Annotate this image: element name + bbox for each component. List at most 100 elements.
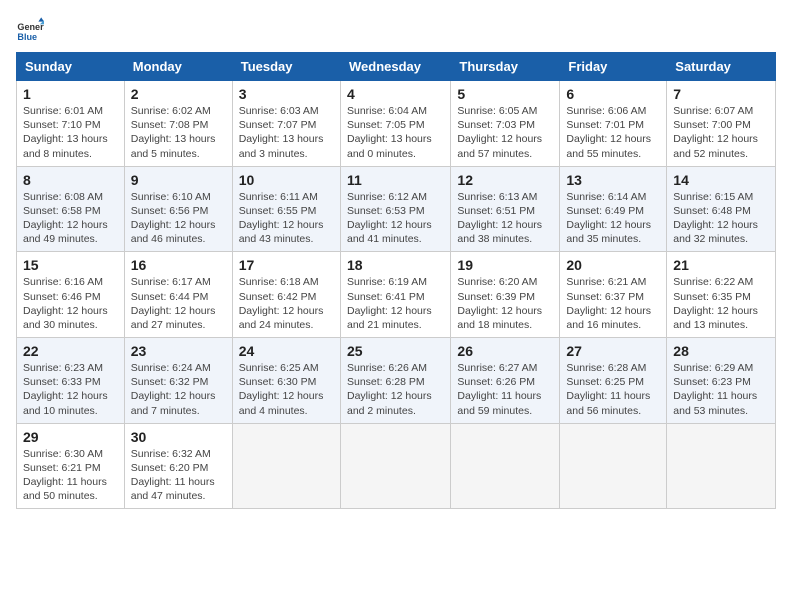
day-number: 12 xyxy=(457,172,553,188)
day-info: Sunrise: 6:08 AM Sunset: 6:58 PM Dayligh… xyxy=(23,190,118,247)
svg-text:Blue: Blue xyxy=(17,32,37,42)
table-row: 26 Sunrise: 6:27 AM Sunset: 6:26 PM Dayl… xyxy=(451,338,560,424)
table-row: 27 Sunrise: 6:28 AM Sunset: 6:25 PM Dayl… xyxy=(560,338,667,424)
day-info: Sunrise: 6:03 AM Sunset: 7:07 PM Dayligh… xyxy=(239,104,334,161)
day-number: 22 xyxy=(23,343,118,359)
day-info: Sunrise: 6:10 AM Sunset: 6:56 PM Dayligh… xyxy=(131,190,226,247)
day-info: Sunrise: 6:06 AM Sunset: 7:01 PM Dayligh… xyxy=(566,104,660,161)
day-info: Sunrise: 6:28 AM Sunset: 6:25 PM Dayligh… xyxy=(566,361,660,418)
day-info: Sunrise: 6:21 AM Sunset: 6:37 PM Dayligh… xyxy=(566,275,660,332)
day-number: 7 xyxy=(673,86,769,102)
table-row: 22 Sunrise: 6:23 AM Sunset: 6:33 PM Dayl… xyxy=(17,338,125,424)
day-number: 20 xyxy=(566,257,660,273)
day-info: Sunrise: 6:17 AM Sunset: 6:44 PM Dayligh… xyxy=(131,275,226,332)
table-row: 14 Sunrise: 6:15 AM Sunset: 6:48 PM Dayl… xyxy=(667,166,776,252)
table-row: 9 Sunrise: 6:10 AM Sunset: 6:56 PM Dayli… xyxy=(124,166,232,252)
table-row: 15 Sunrise: 6:16 AM Sunset: 6:46 PM Dayl… xyxy=(17,252,125,338)
day-number: 6 xyxy=(566,86,660,102)
day-number: 5 xyxy=(457,86,553,102)
day-info: Sunrise: 6:23 AM Sunset: 6:33 PM Dayligh… xyxy=(23,361,118,418)
table-row: 8 Sunrise: 6:08 AM Sunset: 6:58 PM Dayli… xyxy=(17,166,125,252)
day-info: Sunrise: 6:24 AM Sunset: 6:32 PM Dayligh… xyxy=(131,361,226,418)
logo: General Blue xyxy=(16,16,48,44)
day-number: 2 xyxy=(131,86,226,102)
table-row: 3 Sunrise: 6:03 AM Sunset: 7:07 PM Dayli… xyxy=(232,81,340,167)
day-number: 8 xyxy=(23,172,118,188)
day-number: 26 xyxy=(457,343,553,359)
table-row: 24 Sunrise: 6:25 AM Sunset: 6:30 PM Dayl… xyxy=(232,338,340,424)
logo-icon: General Blue xyxy=(16,16,44,44)
day-info: Sunrise: 6:16 AM Sunset: 6:46 PM Dayligh… xyxy=(23,275,118,332)
day-info: Sunrise: 6:22 AM Sunset: 6:35 PM Dayligh… xyxy=(673,275,769,332)
day-number: 14 xyxy=(673,172,769,188)
day-info: Sunrise: 6:02 AM Sunset: 7:08 PM Dayligh… xyxy=(131,104,226,161)
table-row: 20 Sunrise: 6:21 AM Sunset: 6:37 PM Dayl… xyxy=(560,252,667,338)
table-row: 29 Sunrise: 6:30 AM Sunset: 6:21 PM Dayl… xyxy=(17,423,125,509)
table-row: 28 Sunrise: 6:29 AM Sunset: 6:23 PM Dayl… xyxy=(667,338,776,424)
day-info: Sunrise: 6:07 AM Sunset: 7:00 PM Dayligh… xyxy=(673,104,769,161)
table-row: 16 Sunrise: 6:17 AM Sunset: 6:44 PM Dayl… xyxy=(124,252,232,338)
day-info: Sunrise: 6:29 AM Sunset: 6:23 PM Dayligh… xyxy=(673,361,769,418)
day-number: 21 xyxy=(673,257,769,273)
table-row: 30 Sunrise: 6:32 AM Sunset: 6:20 PM Dayl… xyxy=(124,423,232,509)
calendar-table: SundayMondayTuesdayWednesdayThursdayFrid… xyxy=(16,52,776,509)
day-number: 18 xyxy=(347,257,444,273)
day-number: 11 xyxy=(347,172,444,188)
day-info: Sunrise: 6:30 AM Sunset: 6:21 PM Dayligh… xyxy=(23,447,118,504)
header-monday: Monday xyxy=(124,53,232,81)
day-number: 19 xyxy=(457,257,553,273)
day-info: Sunrise: 6:20 AM Sunset: 6:39 PM Dayligh… xyxy=(457,275,553,332)
day-number: 28 xyxy=(673,343,769,359)
header-sunday: Sunday xyxy=(17,53,125,81)
table-row: 6 Sunrise: 6:06 AM Sunset: 7:01 PM Dayli… xyxy=(560,81,667,167)
day-number: 15 xyxy=(23,257,118,273)
table-row: 25 Sunrise: 6:26 AM Sunset: 6:28 PM Dayl… xyxy=(340,338,450,424)
day-number: 29 xyxy=(23,429,118,445)
day-info: Sunrise: 6:13 AM Sunset: 6:51 PM Dayligh… xyxy=(457,190,553,247)
day-info: Sunrise: 6:01 AM Sunset: 7:10 PM Dayligh… xyxy=(23,104,118,161)
day-info: Sunrise: 6:32 AM Sunset: 6:20 PM Dayligh… xyxy=(131,447,226,504)
table-row xyxy=(232,423,340,509)
day-info: Sunrise: 6:15 AM Sunset: 6:48 PM Dayligh… xyxy=(673,190,769,247)
day-info: Sunrise: 6:11 AM Sunset: 6:55 PM Dayligh… xyxy=(239,190,334,247)
header-wednesday: Wednesday xyxy=(340,53,450,81)
page-header: General Blue xyxy=(16,16,776,44)
day-info: Sunrise: 6:27 AM Sunset: 6:26 PM Dayligh… xyxy=(457,361,553,418)
table-row: 2 Sunrise: 6:02 AM Sunset: 7:08 PM Dayli… xyxy=(124,81,232,167)
day-number: 25 xyxy=(347,343,444,359)
day-number: 27 xyxy=(566,343,660,359)
table-row: 13 Sunrise: 6:14 AM Sunset: 6:49 PM Dayl… xyxy=(560,166,667,252)
calendar-header-row: SundayMondayTuesdayWednesdayThursdayFrid… xyxy=(17,53,776,81)
table-row: 23 Sunrise: 6:24 AM Sunset: 6:32 PM Dayl… xyxy=(124,338,232,424)
day-number: 10 xyxy=(239,172,334,188)
calendar-week-row: 8 Sunrise: 6:08 AM Sunset: 6:58 PM Dayli… xyxy=(17,166,776,252)
table-row: 1 Sunrise: 6:01 AM Sunset: 7:10 PM Dayli… xyxy=(17,81,125,167)
day-number: 24 xyxy=(239,343,334,359)
table-row: 12 Sunrise: 6:13 AM Sunset: 6:51 PM Dayl… xyxy=(451,166,560,252)
table-row: 5 Sunrise: 6:05 AM Sunset: 7:03 PM Dayli… xyxy=(451,81,560,167)
table-row xyxy=(451,423,560,509)
day-info: Sunrise: 6:25 AM Sunset: 6:30 PM Dayligh… xyxy=(239,361,334,418)
day-info: Sunrise: 6:14 AM Sunset: 6:49 PM Dayligh… xyxy=(566,190,660,247)
day-info: Sunrise: 6:04 AM Sunset: 7:05 PM Dayligh… xyxy=(347,104,444,161)
table-row: 11 Sunrise: 6:12 AM Sunset: 6:53 PM Dayl… xyxy=(340,166,450,252)
day-number: 23 xyxy=(131,343,226,359)
day-number: 17 xyxy=(239,257,334,273)
day-info: Sunrise: 6:19 AM Sunset: 6:41 PM Dayligh… xyxy=(347,275,444,332)
table-row xyxy=(340,423,450,509)
calendar-week-row: 15 Sunrise: 6:16 AM Sunset: 6:46 PM Dayl… xyxy=(17,252,776,338)
calendar-week-row: 22 Sunrise: 6:23 AM Sunset: 6:33 PM Dayl… xyxy=(17,338,776,424)
table-row: 18 Sunrise: 6:19 AM Sunset: 6:41 PM Dayl… xyxy=(340,252,450,338)
table-row: 17 Sunrise: 6:18 AM Sunset: 6:42 PM Dayl… xyxy=(232,252,340,338)
day-info: Sunrise: 6:05 AM Sunset: 7:03 PM Dayligh… xyxy=(457,104,553,161)
table-row: 4 Sunrise: 6:04 AM Sunset: 7:05 PM Dayli… xyxy=(340,81,450,167)
svg-text:General: General xyxy=(17,22,44,32)
header-friday: Friday xyxy=(560,53,667,81)
day-info: Sunrise: 6:12 AM Sunset: 6:53 PM Dayligh… xyxy=(347,190,444,247)
calendar-week-row: 1 Sunrise: 6:01 AM Sunset: 7:10 PM Dayli… xyxy=(17,81,776,167)
day-info: Sunrise: 6:26 AM Sunset: 6:28 PM Dayligh… xyxy=(347,361,444,418)
day-number: 3 xyxy=(239,86,334,102)
day-number: 30 xyxy=(131,429,226,445)
calendar-week-row: 29 Sunrise: 6:30 AM Sunset: 6:21 PM Dayl… xyxy=(17,423,776,509)
day-number: 16 xyxy=(131,257,226,273)
